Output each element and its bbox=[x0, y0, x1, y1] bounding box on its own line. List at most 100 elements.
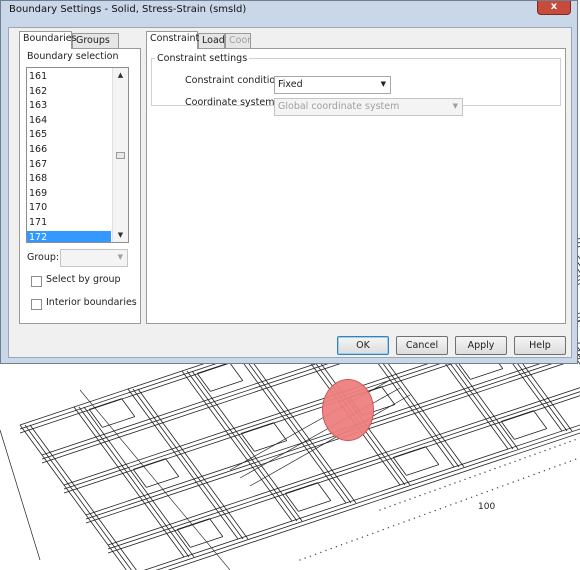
boundary-listbox[interactable]: 161 162 163 164 165 166 167 168 169 170 171 172 ▲ ▼ bbox=[26, 67, 129, 243]
right-tab-strip: Constraint Load Coor bbox=[146, 31, 266, 49]
edge-point bbox=[346, 542, 348, 544]
mesh-edge bbox=[273, 422, 288, 441]
mesh-edge bbox=[88, 409, 103, 428]
mesh-edge bbox=[533, 410, 548, 429]
edge-point bbox=[512, 481, 514, 483]
edge-point bbox=[509, 462, 511, 464]
list-item[interactable]: 165 bbox=[27, 128, 111, 143]
edge-point bbox=[444, 485, 446, 488]
edge-point bbox=[450, 504, 452, 506]
edge-point bbox=[517, 479, 520, 481]
list-scrollbar[interactable]: ▲ ▼ bbox=[112, 68, 128, 242]
edge-point bbox=[304, 557, 306, 559]
coordinate-system-select: Global coordinate system ▼ bbox=[274, 98, 463, 116]
list-item[interactable]: 164 bbox=[27, 114, 111, 129]
edge-point bbox=[529, 455, 531, 457]
list-item[interactable]: 163 bbox=[27, 99, 111, 114]
edge-point bbox=[309, 555, 312, 557]
boundary-settings-dialog: Boundary Settings - Solid, Stress-Strain… bbox=[0, 0, 578, 364]
edge-point bbox=[481, 492, 483, 495]
list-item[interactable]: 167 bbox=[27, 158, 111, 173]
scroll-down-icon[interactable]: ▼ bbox=[113, 228, 128, 242]
scroll-thumb[interactable] bbox=[116, 152, 125, 159]
tab-constraint[interactable]: Constraint bbox=[146, 31, 199, 49]
mesh-edge bbox=[196, 373, 211, 392]
edge-point bbox=[554, 446, 556, 448]
constraint-condition-select[interactable]: Fixed ▼ bbox=[274, 76, 391, 94]
mesh-edge bbox=[209, 518, 224, 537]
edge-point bbox=[379, 509, 381, 511]
mesh-edge bbox=[107, 387, 580, 546]
edge-point bbox=[499, 466, 501, 468]
edge-point bbox=[399, 502, 401, 504]
boundary-selection-label: Boundary selection bbox=[27, 51, 119, 62]
mesh-edge bbox=[176, 529, 191, 548]
select-by-group-checkbox[interactable] bbox=[31, 276, 42, 287]
help-button[interactable]: Help bbox=[514, 336, 566, 355]
edge-point bbox=[449, 484, 451, 486]
apply-button[interactable]: Apply bbox=[455, 336, 507, 355]
edge-point bbox=[486, 490, 488, 493]
ok-button[interactable]: OK bbox=[337, 336, 389, 355]
edge-point bbox=[459, 480, 461, 482]
edge-point bbox=[419, 494, 421, 497]
edge-point bbox=[434, 489, 436, 491]
edge-point bbox=[502, 485, 504, 487]
dotted-edge-points bbox=[299, 439, 577, 561]
edge-point bbox=[543, 470, 546, 472]
list-item[interactable]: 161 bbox=[27, 70, 111, 85]
edge-point bbox=[394, 503, 396, 506]
tab-coordinate: Coor bbox=[225, 33, 251, 48]
edge-point bbox=[320, 551, 322, 554]
edge-point bbox=[382, 528, 384, 531]
edge-point bbox=[424, 513, 426, 516]
edge-point bbox=[522, 477, 525, 479]
mesh-edge bbox=[239, 387, 401, 479]
mesh-edge bbox=[392, 457, 407, 476]
group-select[interactable]: ▼ bbox=[60, 249, 128, 267]
edge-point bbox=[330, 547, 332, 550]
edge-point bbox=[366, 534, 369, 536]
edge-point bbox=[408, 519, 410, 521]
list-item[interactable]: 166 bbox=[27, 143, 111, 158]
close-icon: x bbox=[550, 1, 558, 12]
cancel-button[interactable]: Cancel bbox=[396, 336, 448, 355]
list-item[interactable]: 171 bbox=[27, 216, 111, 231]
edge-point bbox=[460, 500, 462, 502]
mesh-edge bbox=[132, 469, 147, 488]
edge-point bbox=[413, 517, 416, 519]
list-item[interactable]: 168 bbox=[27, 172, 111, 187]
title-bar[interactable]: Boundary Settings - Solid, Stress-Strain… bbox=[1, 1, 577, 23]
interior-boundaries-checkbox[interactable] bbox=[31, 299, 42, 310]
edge-point bbox=[569, 440, 571, 443]
edge-point bbox=[539, 451, 541, 454]
select-by-group-label: Select by group bbox=[46, 274, 121, 285]
edge-point bbox=[548, 468, 551, 470]
dimension-label: 100 bbox=[478, 502, 495, 512]
tab-load[interactable]: Load bbox=[198, 33, 225, 48]
list-item[interactable]: 169 bbox=[27, 187, 111, 202]
edge-point bbox=[534, 453, 536, 455]
edge-point bbox=[398, 523, 400, 525]
mesh-edge bbox=[381, 386, 396, 405]
edge-point bbox=[554, 466, 556, 468]
edge-point bbox=[335, 546, 338, 548]
scroll-up-icon[interactable]: ▲ bbox=[113, 68, 128, 82]
list-item[interactable]: 172 bbox=[27, 230, 111, 242]
edge-point bbox=[409, 498, 411, 500]
tab-groups[interactable]: Groups bbox=[72, 33, 119, 48]
list-item[interactable]: 170 bbox=[27, 201, 111, 216]
edge-point bbox=[559, 444, 561, 446]
mesh-edge bbox=[165, 458, 180, 477]
dialog-client-area: Boundaries Groups Boundary selection 161… bbox=[8, 27, 572, 358]
list-item[interactable]: 162 bbox=[27, 85, 111, 100]
mesh-edge bbox=[186, 370, 298, 522]
edge-point bbox=[574, 439, 576, 441]
edge-point bbox=[479, 473, 481, 475]
window-title: Boundary Settings - Solid, Stress-Strain… bbox=[9, 4, 247, 15]
touch-indicator bbox=[322, 379, 374, 441]
close-button[interactable]: x bbox=[537, 1, 571, 15]
tab-boundaries[interactable]: Boundaries bbox=[19, 31, 77, 49]
mesh-edge bbox=[121, 398, 136, 417]
edge-point bbox=[351, 540, 353, 542]
